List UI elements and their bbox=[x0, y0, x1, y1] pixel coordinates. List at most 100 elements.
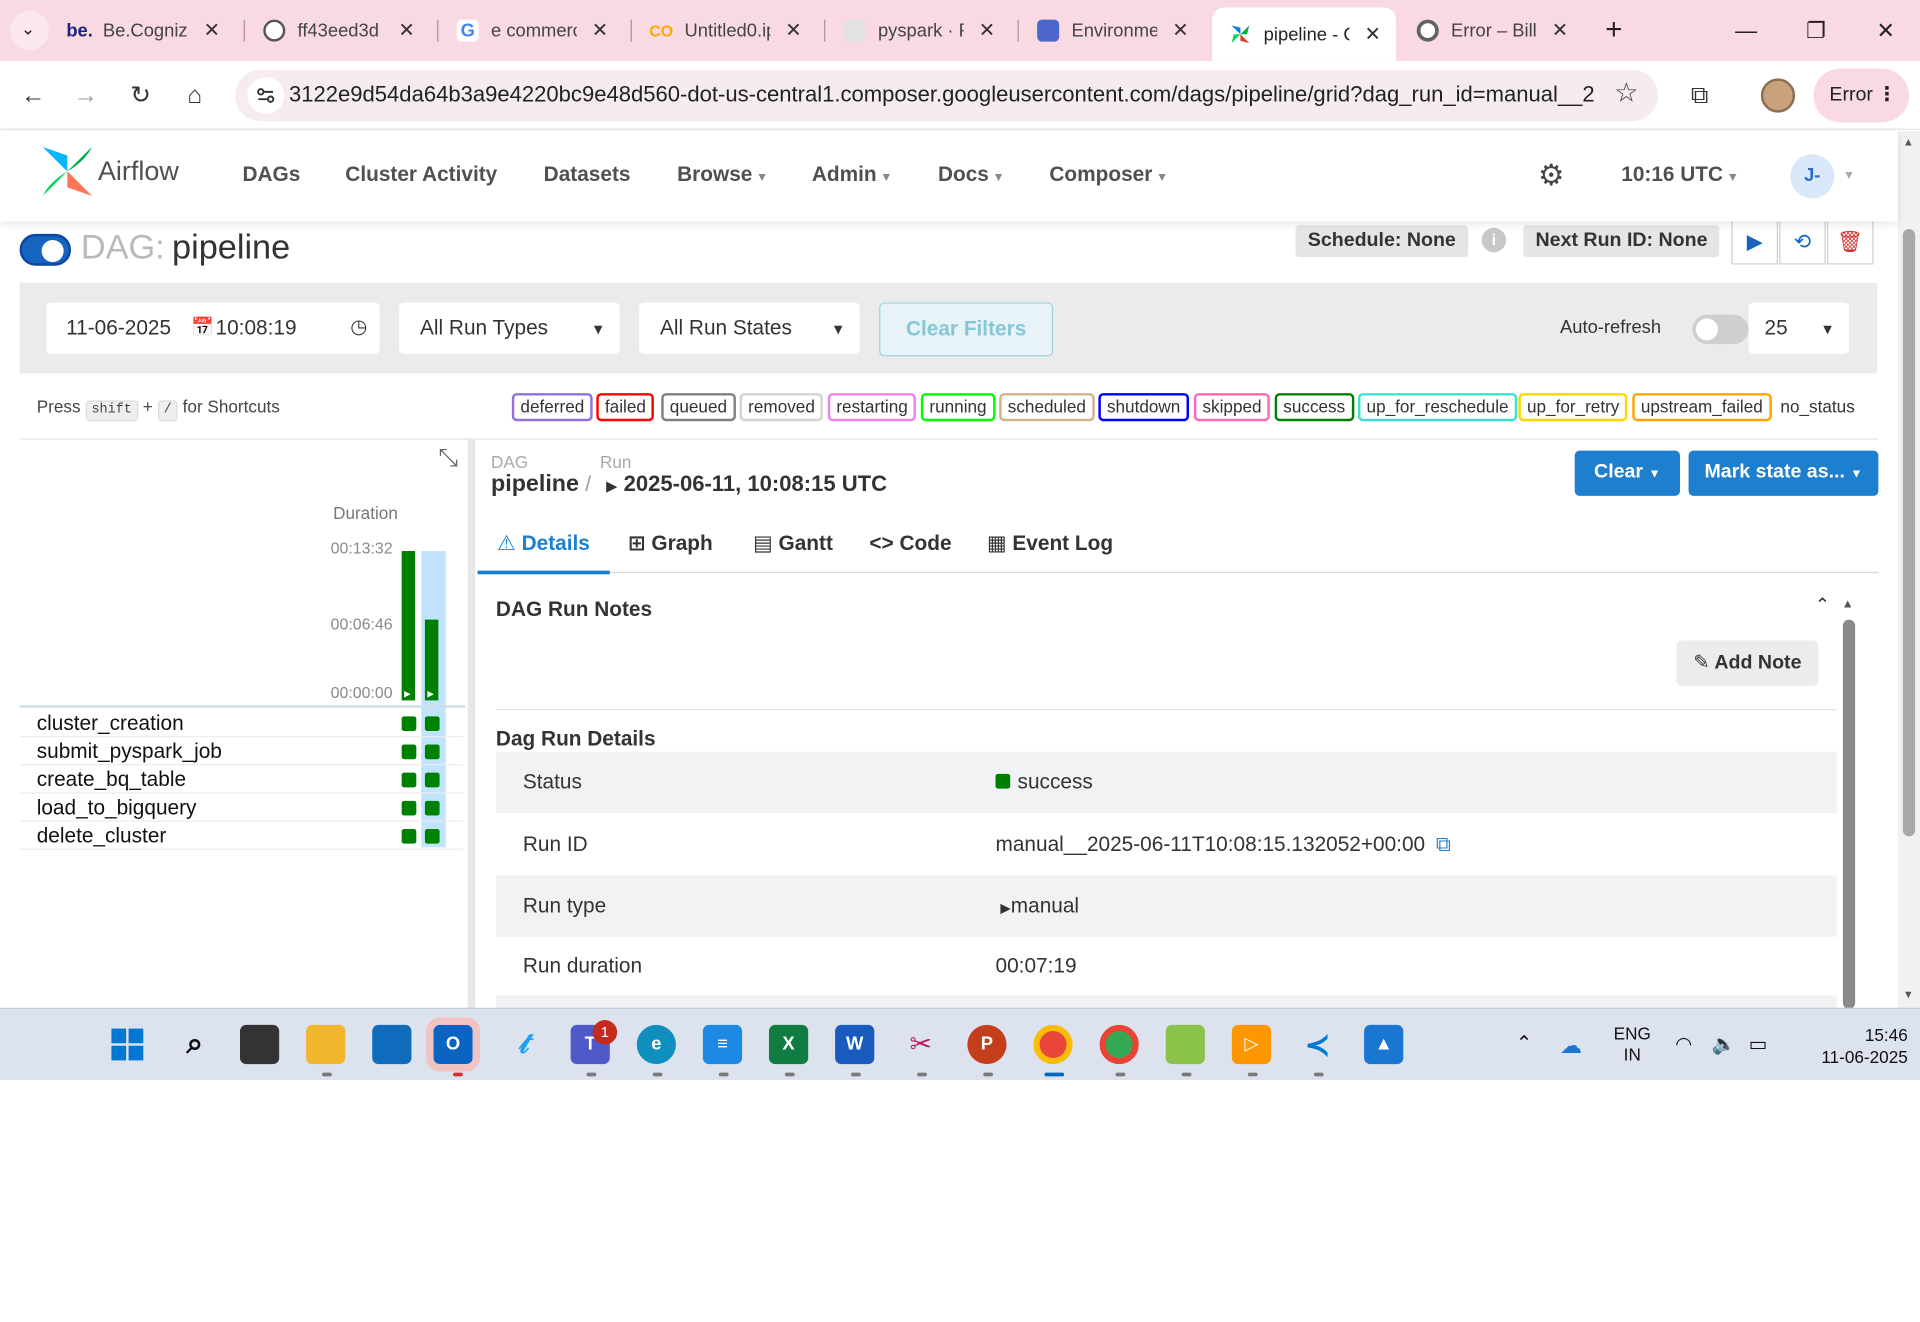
nav-browse[interactable]: Browse ▼ bbox=[677, 163, 768, 187]
edge-browser-icon[interactable]: e bbox=[636, 1024, 676, 1065]
extensions-icon[interactable]: ⧉ bbox=[1680, 76, 1719, 115]
window-close-icon[interactable]: ✕ bbox=[1864, 12, 1908, 49]
forward-arrow-icon[interactable]: → bbox=[66, 76, 105, 115]
task-view-icon[interactable] bbox=[240, 1024, 280, 1065]
chevron-up-icon[interactable]: ⌃ bbox=[1815, 594, 1830, 616]
windows-start-icon[interactable] bbox=[108, 1025, 147, 1064]
pen-app-icon[interactable]: 𝓉 bbox=[504, 1025, 543, 1064]
microsoft-store-icon[interactable] bbox=[372, 1024, 412, 1065]
word-icon[interactable]: W bbox=[835, 1024, 875, 1065]
task-row[interactable]: create_bq_table bbox=[19, 765, 463, 794]
browser-tab[interactable]: CO Untitled0.ipynb ✕ bbox=[633, 7, 817, 54]
task-instance-status-square[interactable] bbox=[424, 828, 440, 844]
media-player-icon[interactable]: ▷ bbox=[1231, 1024, 1272, 1065]
task-name[interactable]: delete_cluster bbox=[37, 824, 167, 848]
nav-dags[interactable]: DAGs bbox=[242, 163, 300, 187]
page-scrollbar[interactable]: ▲ ▼ bbox=[1897, 131, 1920, 1008]
dag-pause-toggle[interactable] bbox=[19, 233, 72, 266]
panel-resize-handle[interactable] bbox=[467, 438, 476, 1009]
bookmark-star-icon[interactable]: ☆ bbox=[1614, 77, 1638, 109]
clear-filters-button[interactable]: Clear Filters bbox=[879, 302, 1054, 357]
legend-chip[interactable]: success bbox=[1274, 393, 1354, 422]
close-icon[interactable]: ✕ bbox=[201, 18, 223, 42]
tab-code[interactable]: <> Code bbox=[869, 531, 951, 555]
breadcrumb-dag[interactable]: pipeline bbox=[491, 471, 579, 498]
task-row[interactable]: load_to_bigquery bbox=[19, 793, 463, 822]
snipping-tool-icon[interactable]: ✂ bbox=[901, 1025, 940, 1064]
system-clock[interactable]: 15:46 11-06-2025 bbox=[1790, 1024, 1907, 1068]
browser-tab[interactable]: Error – Billing ✕ bbox=[1400, 7, 1584, 54]
profile-error-button[interactable]: Error ⋮ bbox=[1813, 68, 1909, 123]
task-instance-status-square[interactable] bbox=[424, 744, 440, 760]
legend-chip[interactable]: up_for_retry bbox=[1518, 393, 1628, 422]
nav-docs[interactable]: Docs ▼ bbox=[938, 163, 1005, 187]
page-scrollbar-thumb[interactable] bbox=[1902, 228, 1916, 837]
scroll-down-icon[interactable]: ▼ bbox=[1903, 988, 1914, 1000]
nav-admin[interactable]: Admin ▼ bbox=[812, 163, 893, 187]
scroll-up-icon[interactable]: ▲ bbox=[1842, 598, 1854, 611]
wifi-icon[interactable]: ◠ bbox=[1675, 1032, 1692, 1056]
legend-chip[interactable]: running bbox=[920, 393, 996, 422]
reload-icon[interactable]: ↻ bbox=[121, 76, 160, 115]
details-scrollbar[interactable]: ▲ bbox=[1842, 598, 1857, 1009]
legend-chip[interactable]: failed bbox=[596, 393, 655, 422]
task-instance-status-square[interactable] bbox=[401, 800, 417, 816]
browser-tab[interactable]: be. Be.Cognizant ✕ bbox=[51, 7, 235, 54]
calendar-icon[interactable]: 📅 bbox=[191, 302, 214, 353]
task-name[interactable]: cluster_creation bbox=[37, 711, 184, 735]
close-icon[interactable]: ✕ bbox=[1169, 18, 1191, 42]
browser-tab[interactable]: pyspark · P ✕ bbox=[827, 7, 1011, 54]
run-types-select[interactable]: All Run Types ▾ bbox=[399, 302, 620, 354]
powerpoint-icon[interactable]: P bbox=[967, 1024, 1007, 1065]
legend-chip[interactable]: upstream_failed bbox=[1632, 393, 1772, 422]
close-icon[interactable]: ✕ bbox=[782, 18, 804, 42]
add-note-button[interactable]: ✎ Add Note bbox=[1676, 640, 1819, 686]
tab-details[interactable]: ⚠ Details bbox=[497, 531, 590, 555]
chrome-icon[interactable] bbox=[1033, 1024, 1073, 1065]
auto-refresh-toggle[interactable] bbox=[1692, 314, 1749, 345]
nav-cluster-activity[interactable]: Cluster Activity bbox=[345, 163, 497, 187]
task-name[interactable]: load_to_bigquery bbox=[37, 796, 197, 820]
browser-tab[interactable]: Environment ✕ bbox=[1020, 7, 1204, 54]
delete-dag-trash-icon[interactable]: 🗑 bbox=[1826, 220, 1874, 265]
close-icon[interactable]: ✕ bbox=[1549, 18, 1571, 42]
new-tab-plus-icon[interactable]: + bbox=[1592, 12, 1636, 49]
legend-chip[interactable]: scheduled bbox=[999, 393, 1095, 422]
nav-datasets[interactable]: Datasets bbox=[544, 163, 631, 187]
tab-search-button[interactable]: ⌄ bbox=[9, 11, 49, 51]
close-icon[interactable]: ✕ bbox=[1362, 22, 1384, 46]
chrome-profile-icon[interactable] bbox=[1099, 1024, 1139, 1065]
task-row[interactable]: delete_cluster bbox=[19, 822, 463, 850]
search-icon[interactable]: ⌕ bbox=[175, 1025, 214, 1064]
airflow-brand[interactable]: Airflow bbox=[98, 156, 179, 188]
legend-chip[interactable]: queued bbox=[661, 393, 736, 422]
breadcrumb-run[interactable]: ▶ 2025-06-11, 10:08:15 UTC bbox=[606, 471, 887, 497]
browser-tab[interactable]: ff43eed3d ✕ bbox=[246, 7, 430, 54]
close-icon[interactable]: ✕ bbox=[589, 18, 611, 42]
copy-icon[interactable]: ⧉ bbox=[1436, 833, 1451, 856]
mark-state-button[interactable]: Mark state as... ▼ bbox=[1688, 450, 1879, 496]
caret-down-icon[interactable]: ▼ bbox=[1843, 169, 1855, 182]
legend-no-status[interactable]: no_status bbox=[1780, 397, 1854, 417]
run-duration-bar[interactable]: ▶ bbox=[424, 619, 439, 701]
restore-icon[interactable]: ❐ bbox=[1794, 12, 1838, 49]
task-instance-status-square[interactable] bbox=[401, 772, 417, 788]
browser-tab-active[interactable]: pipeline - Grid ✕ bbox=[1212, 7, 1396, 62]
battery-icon[interactable]: ▭ bbox=[1749, 1032, 1768, 1056]
notepad-icon[interactable]: ≡ bbox=[702, 1024, 743, 1065]
details-scrollbar-thumb[interactable] bbox=[1842, 619, 1856, 1009]
legend-chip[interactable]: skipped bbox=[1193, 393, 1271, 422]
site-info-icon[interactable] bbox=[247, 77, 285, 114]
gear-icon[interactable]: ⚙ bbox=[1538, 158, 1564, 194]
volume-icon[interactable]: 🔈 bbox=[1712, 1032, 1736, 1056]
legend-chip[interactable]: removed bbox=[739, 393, 824, 422]
close-icon[interactable]: ✕ bbox=[976, 18, 998, 42]
nav-composer[interactable]: Composer ▼ bbox=[1049, 163, 1168, 187]
reparse-dag-icon[interactable]: ⟲ bbox=[1779, 220, 1826, 265]
tab-graph[interactable]: ⊞ Graph bbox=[628, 531, 713, 555]
photos-icon[interactable]: ▲ bbox=[1364, 1024, 1404, 1065]
task-name[interactable]: submit_pyspark_job bbox=[37, 740, 222, 764]
excel-icon[interactable]: X bbox=[768, 1024, 809, 1065]
clock-icon[interactable]: ◷ bbox=[350, 302, 367, 353]
collapse-arrows-icon[interactable]: ⤡ bbox=[438, 444, 458, 472]
